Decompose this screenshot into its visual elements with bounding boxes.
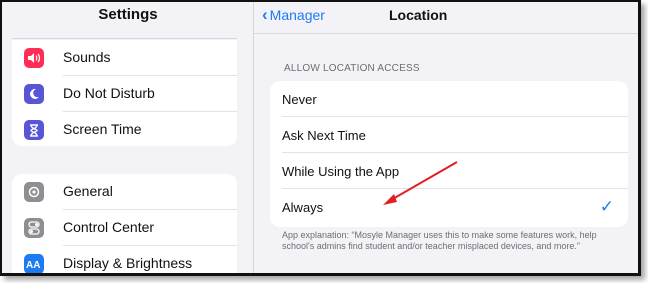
back-button[interactable]: ‹ Manager	[262, 5, 325, 24]
back-button-label: Manager	[269, 7, 325, 23]
sidebar-item-display-brightness[interactable]: AA Display & Brightness	[12, 246, 237, 273]
sidebar-item-control-center[interactable]: Control Center	[12, 210, 237, 246]
sidebar-item-screen-time[interactable]: Screen Time	[12, 112, 237, 146]
option-label: Ask Next Time	[282, 128, 366, 143]
gear-icon	[24, 182, 44, 202]
sidebar-item-label: Sounds	[63, 49, 111, 65]
option-ask-next-time[interactable]: Ask Next Time	[270, 117, 628, 153]
section-header: ALLOW LOCATION ACCESS	[284, 63, 420, 74]
settings-sidebar: Settings Sounds Do Not Disturb Screen Ti…	[2, 2, 254, 273]
sidebar-group-1: Sounds Do Not Disturb Screen Time	[12, 40, 237, 146]
option-label: While Using the App	[282, 164, 400, 179]
sidebar-item-label: Display & Brightness	[63, 255, 193, 271]
sidebar-item-label: Control Center	[63, 219, 155, 235]
option-while-using-app[interactable]: While Using the App	[270, 153, 628, 189]
svg-text:AA: AA	[26, 260, 40, 270]
option-label: Never	[282, 92, 317, 107]
settings-window: Settings Sounds Do Not Disturb Screen Ti…	[0, 0, 641, 276]
option-always[interactable]: Always ✓	[270, 189, 628, 227]
location-detail-pane: ‹ Manager Location ALLOW LOCATION ACCESS…	[254, 2, 638, 273]
sidebar-item-general[interactable]: General	[12, 174, 237, 210]
app-explanation: App explanation: “Mosyle Manager uses th…	[282, 230, 597, 251]
page-title: Location	[389, 7, 448, 23]
sidebar-item-label: Screen Time	[63, 121, 142, 137]
moon-icon	[24, 84, 44, 104]
nav-divider	[254, 33, 638, 34]
option-label: Always	[282, 200, 324, 215]
sidebar-item-do-not-disturb[interactable]: Do Not Disturb	[12, 76, 237, 112]
sidebar-item-label: General	[63, 183, 113, 199]
sidebar-divider	[12, 38, 237, 39]
toggles-icon	[24, 218, 44, 238]
checkmark-icon: ✓	[599, 197, 614, 216]
option-never[interactable]: Never	[270, 81, 628, 117]
speaker-icon	[24, 48, 44, 68]
chevron-left-icon: ‹	[262, 5, 268, 24]
sidebar-item-sounds[interactable]: Sounds	[12, 40, 237, 76]
hourglass-icon	[24, 120, 44, 140]
sidebar-item-label: Do Not Disturb	[63, 85, 155, 101]
sidebar-group-2: General Control Center AA Display & Brig…	[12, 174, 237, 273]
location-access-options: Never Ask Next Time While Using the App …	[270, 81, 628, 227]
aa-icon: AA	[24, 254, 44, 273]
sidebar-title: Settings	[98, 6, 158, 23]
